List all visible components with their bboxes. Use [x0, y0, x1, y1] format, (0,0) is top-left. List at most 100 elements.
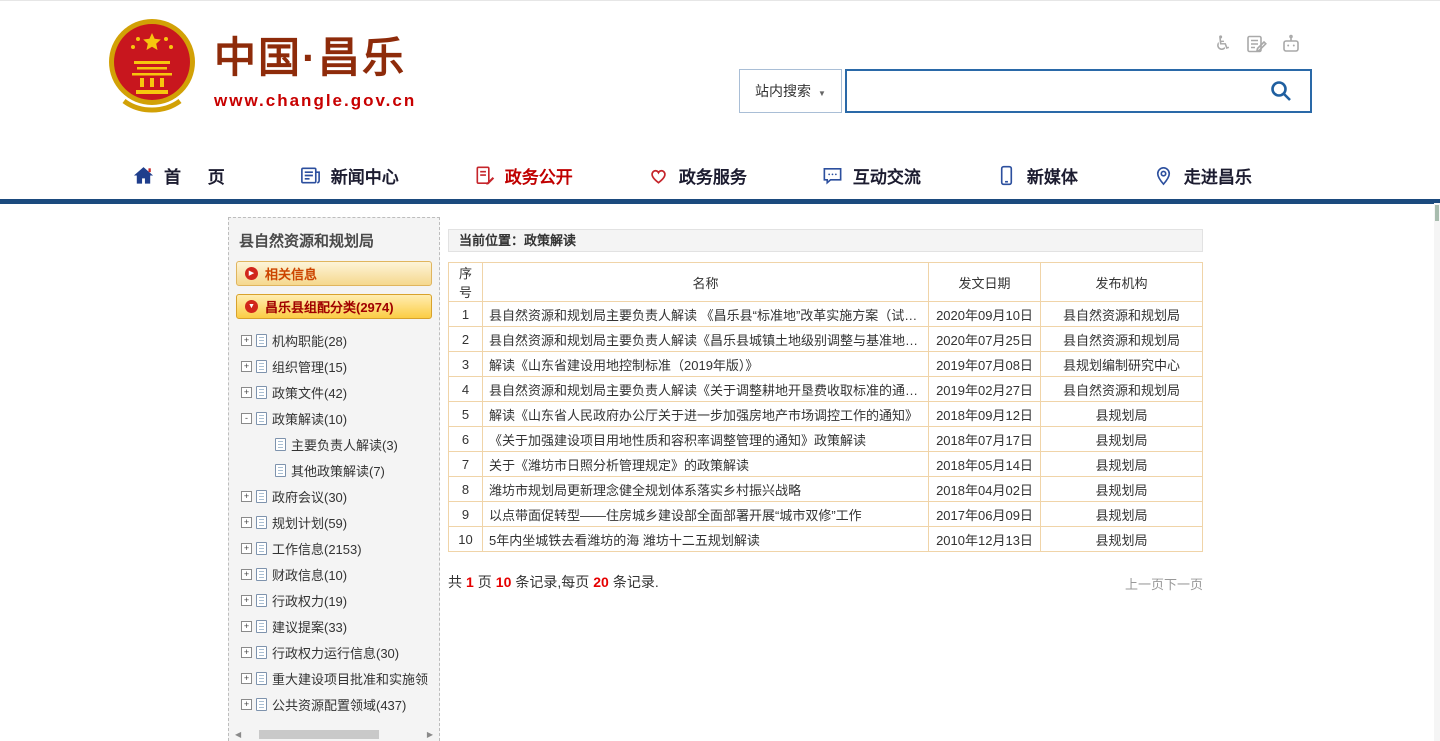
nav-item-new-media[interactable]: 新媒体 [995, 163, 1078, 188]
expand-icon[interactable] [241, 647, 252, 658]
row-org: 县规划局 [1041, 502, 1203, 527]
tree-label: 主要负责人解读(3) [291, 435, 398, 454]
search-input[interactable] [847, 71, 1252, 111]
row-date: 2020年09月10日 [929, 302, 1041, 327]
article-link[interactable]: 《关于加强建设项目用地性质和容积率调整管理的通知》政策解读 [489, 433, 866, 448]
tree-item-org-functions[interactable]: 机构职能(28) [241, 327, 439, 353]
site-logo[interactable]: 中国·昌乐 www.changle.gov.cn [106, 17, 416, 117]
tree-item-policy-documents[interactable]: 政策文件(42) [241, 379, 439, 405]
site-header: 中国·昌乐 www.changle.gov.cn 站内搜索 [0, 1, 1440, 151]
scrollbar-thumb[interactable] [1435, 205, 1439, 221]
pager-links: 上一页下一页 [1125, 574, 1203, 593]
tree-item-policy-interpretation[interactable]: 政策解读(10) [241, 405, 439, 431]
tree-item-leader-interpretation[interactable]: 主要负责人解读(3) [241, 431, 439, 457]
expand-icon[interactable] [241, 491, 252, 502]
nav-label: 走进昌乐 [1184, 163, 1252, 188]
category-group-button[interactable]: 昌乐县组配分类(2974) [236, 294, 432, 319]
nav-item-news[interactable]: 新闻中心 [299, 163, 399, 188]
document-icon [256, 594, 267, 607]
scrollbar-thumb[interactable] [259, 730, 379, 739]
home-icon [132, 164, 155, 187]
search-icon [1268, 78, 1294, 104]
tree-item-major-projects[interactable]: 重大建设项目批准和实施领 [241, 665, 439, 691]
nav-item-services[interactable]: 政务服务 [647, 163, 747, 188]
nav-item-gov-open[interactable]: 政务公开 [473, 163, 573, 188]
tree-label: 财政信息(10) [272, 565, 347, 584]
page-count: 1 [466, 574, 474, 590]
document-icon [275, 464, 286, 477]
page-vertical-scrollbar[interactable] [1434, 203, 1440, 741]
tree-item-work-info[interactable]: 工作信息(2153) [241, 535, 439, 561]
prev-page-link[interactable]: 上一页 [1125, 577, 1164, 592]
tree-label: 公共资源配置领域(437) [272, 695, 406, 714]
tree-item-org-management[interactable]: 组织管理(15) [241, 353, 439, 379]
row-org: 县规划局 [1041, 477, 1203, 502]
collapse-icon[interactable] [241, 413, 252, 424]
expand-icon[interactable] [241, 569, 252, 580]
article-link[interactable]: 县自然资源和规划局主要负责人解读《昌乐县城镇土地级别调整与基准地价更新... [489, 333, 929, 348]
col-header-title: 名称 [483, 263, 929, 302]
document-icon [256, 334, 267, 347]
tree-label: 政策文件(42) [272, 383, 347, 402]
expand-icon[interactable] [241, 517, 252, 528]
tree-item-other-interpretation[interactable]: 其他政策解读(7) [241, 457, 439, 483]
row-date: 2019年02月27日 [929, 377, 1041, 402]
related-info-label: 相关信息 [265, 264, 317, 283]
row-org: 县自然资源和规划局 [1041, 302, 1203, 327]
pager-text: 共 [448, 574, 462, 590]
scroll-left-icon[interactable] [235, 730, 241, 740]
document-icon [256, 646, 267, 659]
robot-icon[interactable] [1280, 33, 1302, 55]
heart-icon [647, 164, 670, 187]
table-row: 8 潍坊市规划局更新理念健全规划体系落实乡村振兴战略 2018年04月02日 县… [449, 477, 1203, 502]
search-scope-select[interactable]: 站内搜索 [739, 69, 842, 113]
expand-icon[interactable] [241, 361, 252, 372]
tree-item-admin-power[interactable]: 行政权力(19) [241, 587, 439, 613]
sidebar-horizontal-scrollbar[interactable] [233, 729, 435, 740]
expand-icon[interactable] [241, 621, 252, 632]
category-tree: 机构职能(28) 组织管理(15) 政策文件(42) 政策解读(10) 主要负责… [229, 327, 439, 717]
scroll-right-icon[interactable] [427, 730, 433, 740]
article-link[interactable]: 县自然资源和规划局主要负责人解读《关于调整耕地开垦费收取标准的通知》 [489, 383, 929, 398]
table-row: 2 县自然资源和规划局主要负责人解读《昌乐县城镇土地级别调整与基准地价更新...… [449, 327, 1203, 352]
expand-icon[interactable] [241, 335, 252, 346]
next-page-link[interactable]: 下一页 [1164, 577, 1203, 592]
search-bar: 站内搜索 [739, 69, 1312, 113]
site-name: 中国·昌乐 [214, 24, 416, 85]
expand-icon[interactable] [241, 387, 252, 398]
document-icon [256, 542, 267, 555]
tree-item-suggestions[interactable]: 建议提案(33) [241, 613, 439, 639]
nav-underline [0, 199, 1440, 204]
article-link[interactable]: 5年内坐城铁去看潍坊的海 潍坊十二五规划解读 [489, 533, 760, 548]
accessibility-icon[interactable] [1214, 34, 1232, 54]
tree-item-public-resources[interactable]: 公共资源配置领域(437) [241, 691, 439, 717]
article-link[interactable]: 县自然资源和规划局主要负责人解读 《昌乐县“标准地”改革实施方案（试行）》 [489, 308, 929, 323]
tree-label: 重大建设项目批准和实施领 [272, 669, 428, 688]
article-link[interactable]: 解读《山东省人民政府办公厅关于进一步加强房地产市场调控工作的通知》 [489, 408, 918, 423]
article-link[interactable]: 以点带面促转型——住房城乡建设部全面部署开展“城市双修”工作 [489, 508, 862, 523]
expand-icon[interactable] [241, 673, 252, 684]
tree-item-fiscal-info[interactable]: 财政信息(10) [241, 561, 439, 587]
row-date: 2018年07月17日 [929, 427, 1041, 452]
pager-text: 条记录. [613, 574, 659, 590]
tree-item-admin-power-operation[interactable]: 行政权力运行信息(30) [241, 639, 439, 665]
search-button[interactable] [1252, 71, 1310, 111]
document-icon [256, 490, 267, 503]
nav-item-visit-changle[interactable]: 走进昌乐 [1152, 163, 1252, 188]
tree-item-planning[interactable]: 规划计划(59) [241, 509, 439, 535]
site-url: www.changle.gov.cn [214, 91, 416, 111]
nav-item-home[interactable]: 首 页 [132, 163, 225, 188]
row-org: 县规划局 [1041, 452, 1203, 477]
related-info-button[interactable]: 相关信息 [236, 261, 432, 286]
nav-item-interaction[interactable]: 互动交流 [821, 163, 921, 188]
edit-note-icon[interactable] [1245, 33, 1267, 55]
expand-icon[interactable] [241, 699, 252, 710]
document-icon [256, 360, 267, 373]
expand-icon[interactable] [241, 595, 252, 606]
article-link[interactable]: 解读《山东省建设用地控制标准（2019年版）》 [489, 358, 758, 373]
article-link[interactable]: 潍坊市规划局更新理念健全规划体系落实乡村振兴战略 [489, 483, 801, 498]
tree-item-gov-meetings[interactable]: 政府会议(30) [241, 483, 439, 509]
category-group-label: 昌乐县组配分类(2974) [265, 297, 394, 316]
article-link[interactable]: 关于《潍坊市日照分析管理规定》的政策解读 [489, 458, 749, 473]
expand-icon[interactable] [241, 543, 252, 554]
